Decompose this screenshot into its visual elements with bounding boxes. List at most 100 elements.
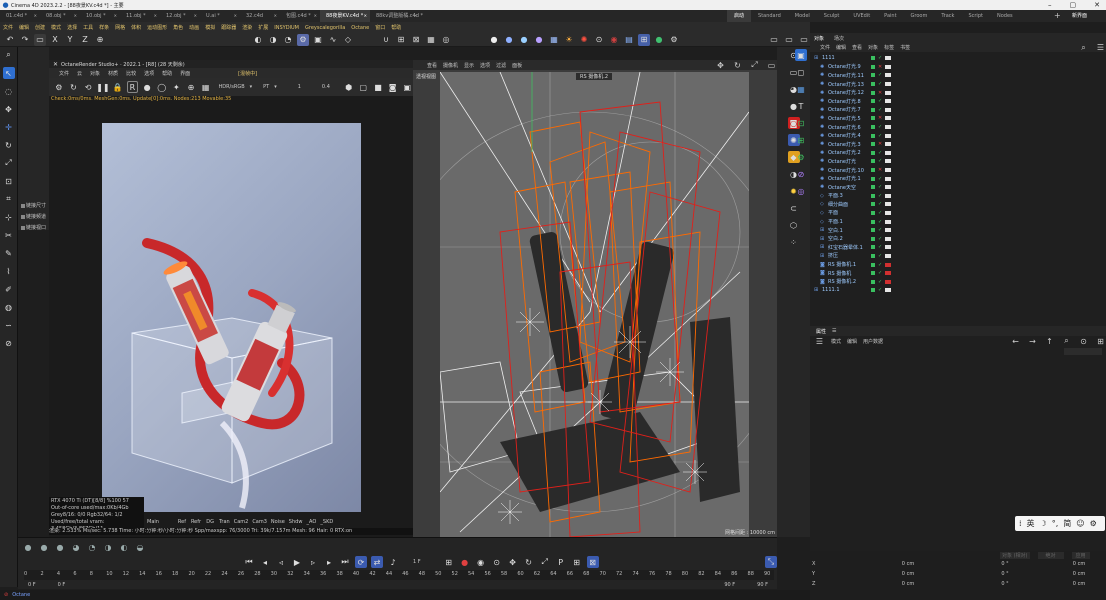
coord-size-field[interactable]: 0 cm	[1054, 581, 1104, 587]
octane-close-icon[interactable]: ✕	[53, 61, 58, 68]
object-flags[interactable]: ✓	[870, 55, 892, 61]
maximize-icon[interactable]: ▢	[1070, 1, 1077, 9]
octane-material-icon[interactable]: ●	[503, 34, 515, 46]
render-settings-icon[interactable]: ⚙	[297, 33, 309, 46]
tl-prev-key-icon[interactable]: ◂	[259, 556, 271, 568]
tl-param-icon[interactable]: P	[555, 556, 567, 568]
object-flags[interactable]: ✓	[870, 184, 892, 190]
object-row[interactable]: ✺ Octane灯光.1 ✓	[810, 174, 1106, 183]
select-tool-icon[interactable]: ↖	[2, 67, 15, 79]
menu-item[interactable]: 创建	[32, 24, 48, 31]
attr-forward-icon[interactable]: →	[1027, 336, 1038, 347]
file-tab[interactable]: 08.obj * ✕	[40, 10, 80, 22]
menu-item[interactable]: Greyscalegorilla	[302, 25, 348, 31]
attribute-tab[interactable]: 属性	[816, 328, 826, 335]
object-row[interactable]: ◙ RS 摄像机 ✓	[810, 269, 1106, 278]
tl-end-frame-2[interactable]: 90 F	[757, 582, 768, 588]
menu-item[interactable]: 选择	[64, 24, 80, 31]
coord-position-field[interactable]: 0 cm	[860, 571, 956, 577]
menu-item[interactable]: 运动图形	[144, 24, 170, 31]
cube-icon[interactable]: ▣	[312, 34, 324, 46]
knife-icon[interactable]: ✂	[3, 229, 15, 241]
object-flags[interactable]: ✓	[870, 98, 892, 104]
object-flags[interactable]: ✓	[870, 279, 892, 285]
object-row[interactable]: ✺ Octane灯光.6 ✓	[810, 123, 1106, 132]
add-layout-icon[interactable]: +	[1054, 10, 1061, 22]
object-flags[interactable]: ✓	[870, 201, 892, 207]
file-tab[interactable]: 88kv调整版橘.c4d * ✕	[370, 10, 423, 22]
ime-lang[interactable]: 英	[1027, 518, 1035, 529]
object-row[interactable]: ⊞ 空白.1 ✓	[810, 226, 1106, 235]
axis-y-button[interactable]: Y	[64, 34, 76, 46]
object-row[interactable]: ✺ Octane灯光.8 ✓	[810, 97, 1106, 106]
tl-next-frame-icon[interactable]: ▹	[307, 556, 319, 568]
select-icon[interactable]: ▭	[34, 33, 46, 46]
menu-item[interactable]: 样条	[96, 24, 112, 31]
octane-texture-icon[interactable]: ▦	[548, 34, 560, 46]
file-tab[interactable]: 01.c4d * ✕	[0, 10, 40, 22]
palette-purple1-icon[interactable]: ⊘	[795, 168, 807, 180]
object-row[interactable]: ◇ 细分曲面 ✓	[810, 200, 1106, 209]
menu-item[interactable]: 渲染	[239, 24, 255, 31]
octane-camera-snap-icon[interactable]: ◙	[387, 81, 399, 93]
object-row[interactable]: ✺ Octane灯光.12 ✕	[810, 88, 1106, 97]
file-tab[interactable]: 32.c4d ✕	[240, 10, 280, 22]
octane-sky-icon[interactable]: ●	[533, 34, 545, 46]
tl-pos-icon[interactable]: ✥	[507, 556, 519, 568]
obj-menu-view[interactable]: 查看	[852, 44, 862, 51]
octane-settings-gear-icon[interactable]: ⚙	[53, 81, 65, 93]
octane-grid-icon[interactable]: ⊞	[638, 33, 650, 46]
octane-sphere-icon[interactable]: ●	[518, 34, 530, 46]
obj-menu-object[interactable]: 对象	[868, 44, 878, 51]
coord-header-2[interactable]: 绝对	[1037, 551, 1064, 559]
coord-position-field[interactable]: 0 cm	[860, 581, 956, 587]
object-row[interactable]: ◇ 平面.1 ✓	[810, 217, 1106, 226]
menu-item[interactable]: 窗口	[372, 24, 388, 31]
octane-grid-view-icon[interactable]: ▦	[200, 81, 212, 93]
transform-icon[interactable]: ⊡	[3, 175, 15, 187]
tl-sphere8-icon[interactable]: ◒	[134, 541, 146, 553]
coord-size-field[interactable]: 0 cm	[1054, 571, 1104, 577]
palette-purple2-icon[interactable]: ◎	[795, 185, 807, 197]
object-row[interactable]: ◇ 平面.3 ✓	[810, 192, 1106, 201]
layout-tab[interactable]: 启动	[727, 10, 752, 22]
attr-menu-userdata[interactable]: 用户数据	[863, 338, 883, 345]
palette-dot-icon[interactable]: ⁘	[788, 236, 800, 248]
octane-light-icon[interactable]: ✺	[578, 34, 590, 46]
object-flags[interactable]: ✓	[870, 244, 892, 250]
viewport-menu-options[interactable]: 选项	[480, 62, 490, 69]
octane-color-mode[interactable]: HDR/sRGB	[218, 84, 244, 90]
magnet-icon[interactable]: ∪	[380, 34, 392, 46]
tl-key-icon[interactable]: ⊙	[491, 556, 503, 568]
layout-tab[interactable]: Paint	[877, 10, 903, 22]
undo-icon[interactable]: ↶	[4, 34, 16, 46]
ime-moon-icon[interactable]: ☽	[1040, 519, 1047, 528]
octane-focus-icon[interactable]: ⊕	[185, 81, 197, 93]
coordinate-icon[interactable]: ⊕	[94, 34, 106, 46]
tl-extra-icon[interactable]: ⊠	[586, 556, 599, 568]
menu-item[interactable]: INSYDIUM	[271, 25, 302, 31]
spline-pen-icon[interactable]: ✎	[3, 247, 15, 259]
close-tab-icon[interactable]: ✕	[414, 10, 417, 22]
object-flags[interactable]: ✓	[870, 227, 892, 233]
object-flags[interactable]: ✓	[870, 193, 892, 199]
tl-scale-icon[interactable]: ⤢	[539, 556, 551, 568]
object-flags[interactable]: ✓	[870, 81, 892, 87]
tl-sphere3-icon[interactable]: ●	[54, 541, 66, 553]
layout-tab[interactable]: Script	[961, 10, 990, 22]
menu-item[interactable]: 文件	[0, 24, 16, 31]
extra-icon[interactable]: ⊘	[3, 337, 15, 349]
attr-field[interactable]	[1064, 348, 1102, 355]
file-tab[interactable]: 88夜景KV.c4d * ✕	[320, 10, 370, 22]
menu-item[interactable]: 体积	[128, 24, 144, 31]
move-tool-icon[interactable]: ✥	[3, 103, 15, 115]
layout-tab[interactable]: Standard	[751, 10, 788, 22]
close-tab-icon[interactable]: ✕	[314, 10, 317, 22]
octane-menu-help[interactable]: 帮助	[162, 70, 172, 77]
object-flags[interactable]: ✓	[870, 107, 892, 113]
attr-add-icon[interactable]: ⊞	[1095, 336, 1106, 347]
tl-end-frame[interactable]: 90 F	[724, 582, 735, 588]
live-select-icon[interactable]: ◌	[3, 85, 15, 97]
octane-texture2-icon[interactable]: ▤	[623, 34, 635, 46]
palette-link-icon[interactable]: ⊂	[788, 202, 800, 214]
